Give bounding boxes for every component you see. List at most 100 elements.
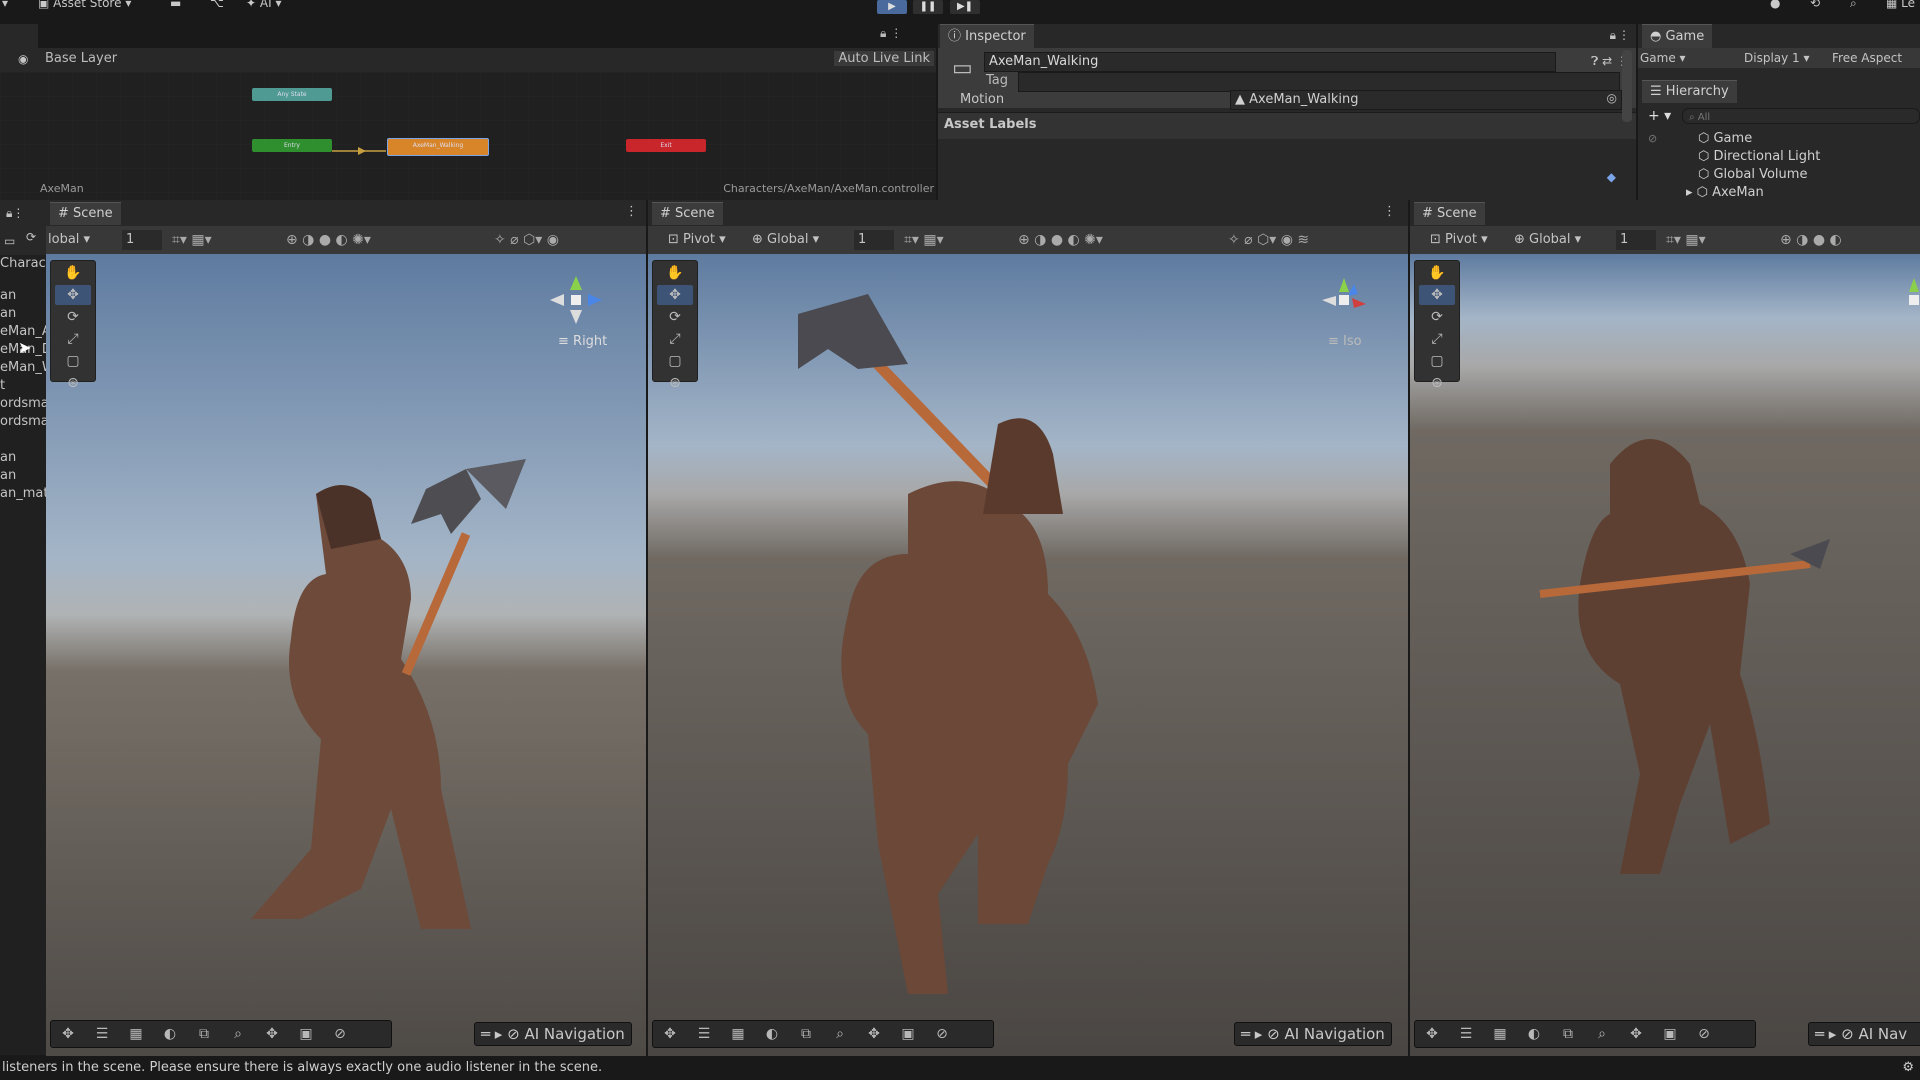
project-item[interactable]: ordsma [0,413,46,431]
camera-icon[interactable]: ▣ [289,1021,323,1047]
status-message[interactable]: listeners in the scene. Please ensure th… [0,1060,602,1075]
pivot-overlay-icon[interactable]: ✥ [857,1021,891,1047]
pivot-overlay-icon[interactable]: ✥ [1619,1021,1653,1047]
snap-icon[interactable]: ⌗▾ ▦▾ [1666,226,1706,254]
project-item[interactable]: an [0,305,46,323]
inspector-scrollbar[interactable] [1622,50,1632,122]
layout-button[interactable]: ▦ Le [1886,0,1915,10]
sliders-icon[interactable]: ☰ [687,1021,721,1047]
rotate-tool-icon[interactable]: ⟳ [657,307,693,327]
project-item[interactable]: eMan_W [0,359,46,377]
effects-icons[interactable]: ✧ ⌀ ⬡▾ ◉ ≋ [1228,226,1309,254]
compass-icon[interactable]: ⊘ [323,1021,357,1047]
compass-icon[interactable]: ⊘ [1687,1021,1721,1047]
draw-mode-icons[interactable]: ⊕ ◑ ● ◐ ✺▾ [286,226,371,254]
eye-icon[interactable]: ◉ [18,52,28,66]
transform-tool-icon[interactable]: ⊛ [1419,373,1455,393]
orientation-gizmo[interactable] [546,270,606,330]
camera-icon[interactable]: ▣ [891,1021,925,1047]
move-tool-icon[interactable]: ✥ [55,285,91,305]
rect-tool-icon[interactable]: ▢ [657,351,693,371]
inspector-lock-icon[interactable]: 🔒︎ [1610,28,1616,43]
tab-scene[interactable]: # Scene [50,202,121,225]
version-control-icon[interactable]: ⌥ [210,0,224,10]
zoom-icon[interactable]: ⌕ [823,1021,857,1047]
hand-tool-icon[interactable]: ✋ [657,263,693,283]
layers-icon[interactable]: ⧉ [187,1021,221,1047]
zoom-icon[interactable]: ⌕ [1585,1021,1619,1047]
inspector-menu-icon[interactable]: ⋮ [1618,28,1630,42]
scene-viewport-3[interactable]: ✋ ✥ ⟳ ⤢ ▢ ⊛ ✥ ☰ ▦ ◐ ⧉ ⌕ ✥ ▣ ⊘ ═ ▸ ⊘ AI Nav [1410,254,1920,1056]
project-lock-icon[interactable]: 🔒︎⋮ [6,206,24,221]
global-dropdown[interactable]: ⊕ Global ▾ [1514,226,1581,254]
layer-breadcrumb[interactable]: Base Layer [45,51,117,66]
hierarchy-search-input[interactable]: ⌕ All [1682,108,1920,124]
move-overlay-icon[interactable]: ✥ [51,1021,85,1047]
effects-icons[interactable]: ✧ ⌀ ⬡▾ ◉ [494,226,559,254]
project-back-icon[interactable]: ▭ [4,234,15,248]
transform-tool-icon[interactable]: ⊛ [657,373,693,393]
grid-size-field[interactable]: 1 [854,230,894,250]
scene-viewport-1[interactable]: ✋ ✥ ⟳ ⤢ ▢ ⊛ ≡ Right ✥ ☰ ▦ ◐ ⧉ ⌕ ✥ ▣ ⊘ ═ ▸ ⊘ AI N… [46,254,646,1056]
cloud-icon[interactable]: ▬ [170,0,181,10]
camera-icon[interactable]: ▣ [1653,1021,1687,1047]
grid-size-field[interactable]: 1 [1616,230,1656,250]
zoom-icon[interactable]: ⌕ [221,1021,255,1047]
transform-tool-icon[interactable]: ⊛ [55,373,91,393]
state-entry[interactable]: Entry [252,139,332,152]
scale-tool-icon[interactable]: ⤢ [1419,329,1455,349]
global-dropdown[interactable]: lobal ▾ [48,226,90,254]
asset-store-button[interactable]: ▣ Asset Store ▾ [38,0,131,10]
account-icon[interactable]: ● [1770,0,1780,10]
rotate-tool-icon[interactable]: ⟳ [55,307,91,327]
shading-icon[interactable]: ◐ [153,1021,187,1047]
ai-button[interactable]: ✦ AI ▾ [246,0,281,10]
menu-chevron-icon[interactable]: ▾ [2,0,8,10]
step-button[interactable]: ▶❚ [950,0,980,14]
game-view-dropdown[interactable]: Game ▾ [1640,48,1686,68]
scene-viewport-2[interactable]: ✋ ✥ ⟳ ⤢ ▢ ⊛ ≡ Iso ✥ ☰ ▦ ◐ ⧉ ⌕ ✥ ▣ ⊘ ═ ▸ ⊘ AI Nav… [648,254,1408,1056]
rotate-tool-icon[interactable]: ⟳ [1419,307,1455,327]
hierarchy-item[interactable]: ⬡ Game [1698,130,1820,148]
pivot-overlay-icon[interactable]: ✥ [255,1021,289,1047]
draw-mode-icons[interactable]: ⊕ ◑ ● ◐ ✺▾ [1018,226,1103,254]
scale-tool-icon[interactable]: ⤢ [657,329,693,349]
sliders-icon[interactable]: ☰ [1449,1021,1483,1047]
ai-navigation-overlay[interactable]: ═ ▸ ⊘ AI Nav [1808,1022,1920,1046]
pivot-dropdown[interactable]: ⊡ Pivot ▾ [1430,226,1488,254]
pause-button[interactable]: ❚❚ [913,0,943,14]
aspect-dropdown[interactable]: Free Aspect [1832,48,1902,68]
scene-menu-icon[interactable]: ⋮ [1383,204,1396,219]
layers-icon[interactable]: ⧉ [789,1021,823,1047]
shading-icon[interactable]: ◐ [1517,1021,1551,1047]
tab-inspector[interactable]: ⓘ Inspector [940,24,1034,49]
project-item[interactable]: an [0,449,46,467]
move-tool-icon[interactable]: ✥ [657,285,693,305]
tab-scene[interactable]: # Scene [1414,202,1485,225]
move-overlay-icon[interactable]: ✥ [1415,1021,1449,1047]
tab-game[interactable]: ◓ Game [1642,24,1713,49]
hierarchy-add-button[interactable]: + ▾ [1648,108,1671,124]
state-any[interactable]: Any State [252,88,332,101]
tab-hierarchy[interactable]: ☰ Hierarchy [1642,80,1737,103]
rect-tool-icon[interactable]: ▢ [1419,351,1455,371]
label-tag-icon[interactable]: ◆ [1607,170,1616,184]
move-overlay-icon[interactable]: ✥ [653,1021,687,1047]
grid-overlay-icon[interactable]: ▦ [119,1021,153,1047]
hierarchy-item[interactable]: ⬡ Global Volume [1698,166,1820,184]
play-button[interactable]: ▶ [877,0,907,14]
snap-icon[interactable]: ⌗▾ ▦▾ [172,226,212,254]
scale-tool-icon[interactable]: ⤢ [55,329,91,349]
asset-labels-section[interactable]: Asset Labels [938,112,1636,139]
visibility-icon[interactable]: ⊘ [1648,132,1657,145]
motion-field[interactable]: ▲ AxeMan_Walking ◎ [1230,90,1622,110]
draw-mode-icons[interactable]: ⊕ ◑ ● ◐ [1780,226,1842,254]
project-item[interactable]: an_mat [0,485,46,503]
tab-scene[interactable]: # Scene [652,202,723,225]
pivot-dropdown[interactable]: ⊡ Pivot ▾ [668,226,726,254]
grid-size-field[interactable]: 1 [122,230,162,250]
display-dropdown[interactable]: Display 1 ▾ [1744,48,1810,68]
rect-tool-icon[interactable]: ▢ [55,351,91,371]
object-picker-icon[interactable]: ◎ [1607,91,1617,105]
ai-navigation-overlay[interactable]: ═ ▸ ⊘ AI Navigation [474,1022,632,1046]
